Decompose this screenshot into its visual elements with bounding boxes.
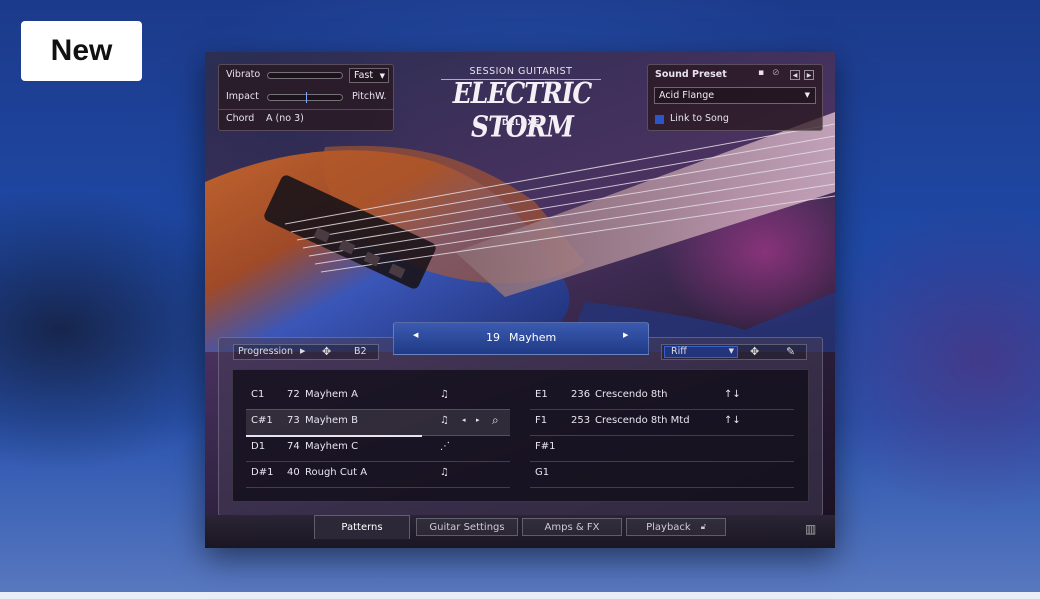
impact-label: Impact [226, 91, 259, 102]
performance-panel: Vibrato Fast ▼ Impact PitchW. Chord A (n… [218, 64, 394, 131]
pattern-key: G1 [535, 467, 550, 478]
sound-preset-value: Acid Flange [659, 90, 715, 101]
pattern-key: D1 [251, 441, 266, 452]
pattern-key: C1 [251, 389, 265, 400]
tab-playback[interactable]: Playback 🔓︎ [626, 518, 726, 536]
prev-pattern-button[interactable]: ◀ [413, 331, 418, 339]
bottom-strip [0, 592, 1040, 599]
mode-bar: Riff ▼ ✥ ✎ [661, 344, 807, 360]
pattern-name: Mayhem B [305, 415, 358, 426]
chevron-down-icon: ▼ [728, 347, 734, 355]
wrench-icon[interactable]: ✎ [786, 345, 795, 358]
sound-preset-label: Sound Preset [655, 69, 727, 80]
pattern-number: 253 [571, 415, 591, 426]
pattern-key: F#1 [535, 441, 556, 452]
pattern-type-icon: ↑↓ [724, 389, 741, 400]
logo-brand: SESSION GUITARIST [469, 66, 573, 77]
vibrato-speed-value: Fast [354, 70, 374, 81]
tab-amps-fx[interactable]: Amps & FX [522, 518, 622, 536]
pitchwheel-label: PitchW. [352, 91, 387, 102]
pattern-type-icon: ⋰ [440, 441, 450, 452]
tab-patterns[interactable]: Patterns [314, 515, 410, 539]
pattern-name: Mayhem [509, 331, 557, 344]
pattern-row[interactable]: F#1 [530, 435, 794, 462]
tab-bar: Patterns Guitar Settings Amps & FX Playb… [205, 515, 835, 548]
pattern-number: 73 [287, 415, 300, 426]
vibrato-slider[interactable] [267, 72, 343, 79]
delete-icon[interactable]: ⊘ [772, 68, 780, 78]
sound-preset-dropdown[interactable]: Acid Flange ▼ [654, 87, 816, 104]
sound-preset-panel: Sound Preset ▪ ⊘ ◀ ▶ Acid Flange ▼ Link … [647, 64, 823, 131]
pattern-row[interactable]: D1 74 Mayhem C ⋰ [246, 435, 510, 462]
next-pattern-button[interactable]: ▶ [623, 331, 628, 339]
next-variation-button[interactable]: ▸ [476, 416, 480, 424]
move-icon[interactable]: ✥ [322, 345, 331, 358]
save-icon[interactable]: ▪ [758, 68, 764, 78]
mode-value: Riff [671, 346, 687, 357]
logo-title: ELECTRIC STORM [452, 76, 593, 144]
pattern-name: Crescendo 8th Mtd [595, 415, 690, 426]
pattern-key: E1 [535, 389, 548, 400]
pattern-number: 72 [287, 389, 300, 400]
plugin-window: Vibrato Fast ▼ Impact PitchW. Chord A (n… [205, 52, 835, 548]
chord-value: A (no 3) [266, 113, 304, 124]
pattern-name: Crescendo 8th [595, 389, 668, 400]
pattern-name: Rough Cut A [305, 467, 368, 478]
tab-guitar-settings[interactable]: Guitar Settings [416, 518, 518, 536]
chevron-down-icon: ▼ [804, 91, 810, 99]
pattern-number: 236 [571, 389, 591, 400]
pattern-type-icon: ♫ [440, 389, 449, 400]
divider [219, 109, 393, 110]
pattern-number: 74 [287, 441, 300, 452]
next-preset-button[interactable]: ▶ [804, 70, 814, 80]
mode-dropdown[interactable]: Riff ▼ [664, 346, 738, 358]
prev-variation-button[interactable]: ◂ [462, 416, 466, 424]
progression-label: Progression [238, 346, 294, 357]
keyboard-icon[interactable]: ▥ [805, 522, 816, 536]
impact-slider[interactable] [267, 92, 343, 103]
vibrato-label: Vibrato [226, 69, 261, 80]
pattern-type-icon: ♫ [440, 467, 449, 478]
pattern-number: 40 [287, 467, 300, 478]
logo-subtitle: DELUXE [501, 118, 541, 127]
play-icon[interactable]: ▶ [300, 347, 305, 355]
new-badge: New [21, 21, 142, 81]
pattern-key: F1 [535, 415, 548, 426]
move-icon[interactable]: ✥ [750, 345, 759, 358]
pattern-row[interactable]: C1 72 Mayhem A ♫ [246, 383, 510, 410]
progression-bar: Progression ▶ ✥ B2 [233, 344, 379, 360]
prev-preset-button[interactable]: ◀ [790, 70, 800, 80]
pattern-name: Mayhem A [305, 389, 358, 400]
pattern-row[interactable]: F1 253 Crescendo 8th Mtd ↑↓ [530, 409, 794, 436]
link-to-song-checkbox[interactable] [655, 115, 664, 124]
impact-slider-handle[interactable] [306, 92, 307, 103]
pattern-type-icon: ♫ [440, 415, 449, 426]
pattern-key: D#1 [251, 467, 274, 478]
pattern-name: Mayhem C [305, 441, 359, 452]
chord-label: Chord [226, 113, 255, 124]
pattern-row-selected[interactable]: C#1 73 Mayhem B ♫ ◂ ▸ ⌕ [246, 409, 510, 437]
pattern-row[interactable]: D#1 40 Rough Cut A ♫ [246, 461, 510, 488]
pattern-type-icon: ↑↓ [724, 415, 741, 426]
pattern-row[interactable]: G1 [530, 461, 794, 488]
lock-icon: 🔓︎ [700, 522, 706, 531]
search-icon[interactable]: ⌕ [492, 413, 499, 428]
tab-playback-label: Playback [646, 521, 691, 533]
pattern-selector: ◀ 19 Mayhem ▶ [393, 322, 649, 355]
pattern-row[interactable]: E1 236 Crescendo 8th ↑↓ [530, 383, 794, 410]
link-to-song-label: Link to Song [670, 113, 729, 124]
chevron-down-icon: ▼ [379, 72, 385, 80]
vibrato-speed-dropdown[interactable]: Fast ▼ [349, 68, 389, 83]
pattern-key: C#1 [251, 415, 273, 426]
pattern-number: 19 [486, 331, 500, 344]
key-value[interactable]: B2 [354, 346, 367, 357]
